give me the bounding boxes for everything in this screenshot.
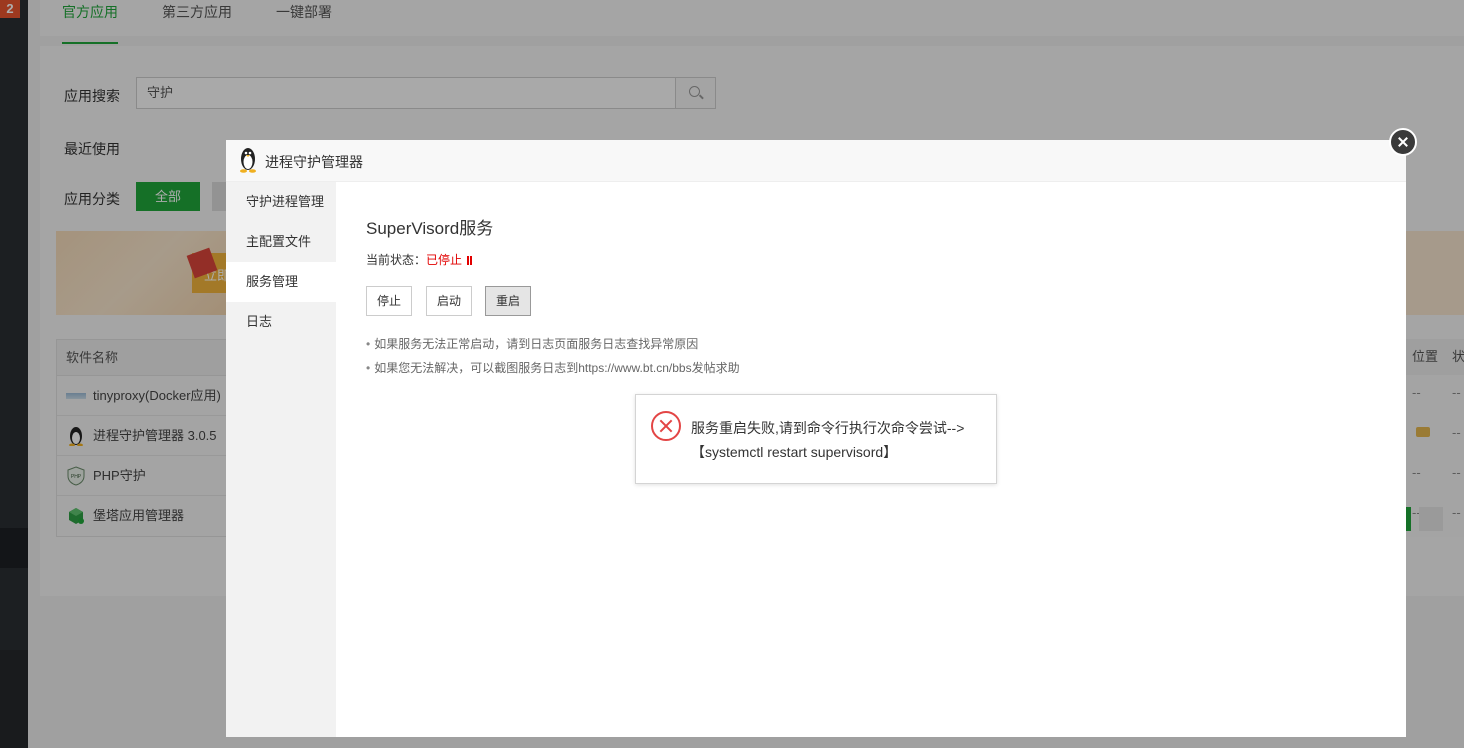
help-tips: 如果服务无法正常启动，请到日志页面服务日志查找异常原因 如果您无法解决，可以截图… [366, 336, 740, 384]
stop-button[interactable]: 停止 [366, 286, 412, 316]
stopped-icon [467, 253, 473, 267]
sidebar-item-daemon[interactable]: 守护进程管理 [226, 182, 336, 222]
sidebar-item-config[interactable]: 主配置文件 [226, 222, 336, 262]
error-message-text: 服务重启失败,请到命令行执行次命令尝试-->【systemctl restart… [691, 420, 965, 460]
modal-sidebar: 守护进程管理 主配置文件 服务管理 日志 [226, 182, 336, 737]
error-icon [651, 411, 681, 441]
modal-header: 进程守护管理器 [226, 140, 1406, 182]
close-icon[interactable] [1389, 128, 1417, 156]
status-label: 当前状态： [366, 253, 427, 267]
sidebar-item-logs[interactable]: 日志 [226, 302, 336, 342]
sidebar-item-service[interactable]: 服务管理 [226, 262, 336, 302]
service-title: SuperVisord服务 [366, 219, 494, 238]
tip-item: 如果您无法解决，可以截图服务日志到https://www.bt.cn/bbs发帖… [366, 360, 739, 384]
error-message-box: 服务重启失败,请到命令行执行次命令尝试-->【systemctl restart… [635, 394, 997, 484]
status-line: 当前状态：已停止 [366, 251, 473, 268]
modal-title: 进程守护管理器 [265, 154, 363, 170]
tip-item: 如果服务无法正常启动，请到日志页面服务日志查找异常原因 [366, 336, 740, 360]
status-badge: 已停止 [426, 253, 463, 267]
restart-button[interactable]: 重启 [485, 286, 531, 316]
start-button[interactable]: 启动 [426, 286, 472, 316]
supervisor-modal: 进程守护管理器 守护进程管理 主配置文件 服务管理 日志 SuperVisord… [226, 140, 1406, 737]
penguin-icon [240, 148, 256, 173]
